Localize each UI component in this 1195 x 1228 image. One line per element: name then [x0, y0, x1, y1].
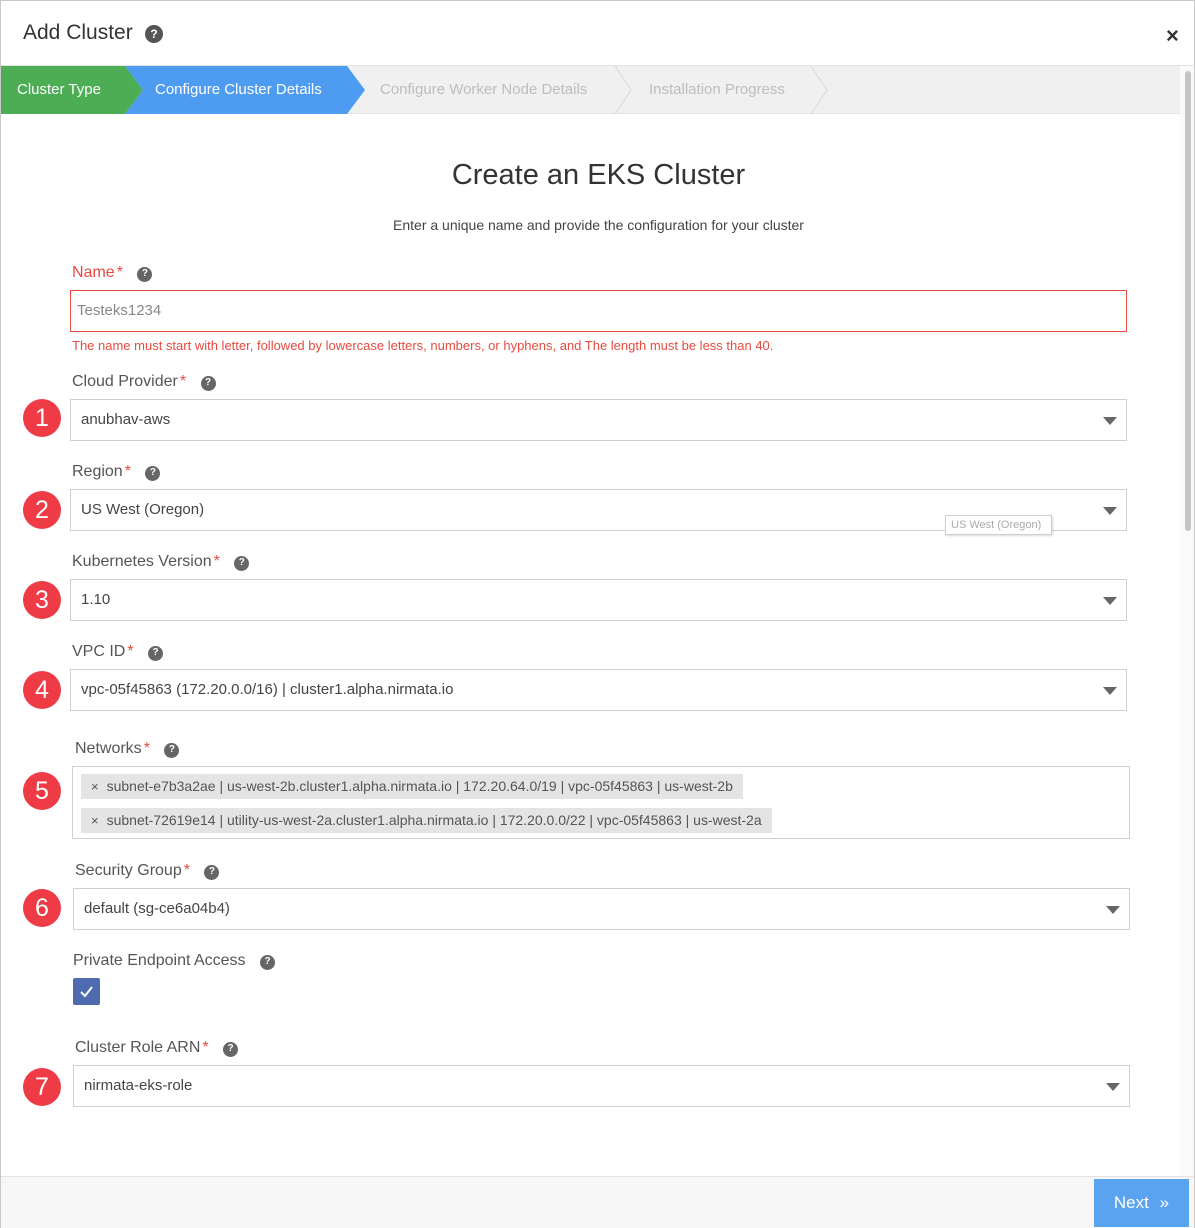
- annotation-badge-5: 5: [23, 772, 61, 810]
- kubernetes-version-label: Kubernetes Version * ?: [72, 553, 250, 571]
- step-label: Cluster Type: [17, 81, 101, 98]
- add-cluster-modal: Add Cluster ? × Cluster Type Configure C…: [0, 0, 1195, 1228]
- help-icon[interactable]: ?: [145, 25, 163, 43]
- close-icon[interactable]: ×: [1166, 23, 1179, 49]
- double-chevron-right-icon: »: [1159, 1193, 1170, 1212]
- caret-down-icon[interactable]: [1103, 417, 1117, 425]
- vpc-id-select[interactable]: vpc-05f45863 (172.20.0.0/16) | cluster1.…: [70, 669, 1127, 711]
- select-value: anubhav-aws: [81, 411, 171, 428]
- select-value: default (sg-ce6a04b4): [84, 900, 230, 917]
- select-value: vpc-05f45863 (172.20.0.0/16) | cluster1.…: [81, 681, 454, 698]
- help-icon[interactable]: ?: [145, 465, 161, 481]
- modal-footer: [1, 1176, 1194, 1228]
- required-mark: *: [143, 740, 150, 757]
- step-label: Configure Worker Node Details: [380, 81, 588, 98]
- step-configure-worker-node-details[interactable]: Configure Worker Node Details: [365, 66, 635, 114]
- modal-title: Add Cluster: [23, 21, 133, 44]
- network-tag: × subnet-e7b3a2ae | us-west-2b.cluster1.a…: [81, 774, 743, 799]
- help-icon[interactable]: ?: [260, 954, 275, 970]
- required-mark: *: [202, 1039, 209, 1056]
- help-icon[interactable]: ?: [223, 1041, 239, 1057]
- caret-down-icon[interactable]: [1103, 507, 1117, 515]
- help-icon[interactable]: ?: [164, 742, 180, 758]
- required-mark: *: [213, 553, 220, 570]
- security-group-select[interactable]: default (sg-ce6a04b4): [73, 888, 1130, 930]
- region-label: Region * ?: [72, 463, 161, 481]
- network-tag: × subnet-72619e14 | utility-us-west-2a.cl…: [81, 808, 772, 833]
- scrollbar-thumb[interactable]: [1185, 71, 1191, 531]
- networks-multiselect[interactable]: × subnet-e7b3a2ae | us-west-2b.cluster1.a…: [72, 766, 1130, 839]
- name-label: Name * ?: [72, 264, 153, 282]
- networks-label: Networks * ?: [75, 740, 180, 758]
- label-text: VPC ID: [72, 643, 126, 660]
- private-endpoint-checkbox[interactable]: [73, 978, 100, 1005]
- name-error-message: The name must start with letter, followe…: [72, 338, 774, 353]
- check-icon: [80, 986, 93, 998]
- annotation-badge-2: 2: [23, 491, 61, 529]
- required-mark: *: [179, 373, 187, 390]
- step-cluster-type[interactable]: Cluster Type: [1, 66, 143, 114]
- select-value: 1.10: [81, 591, 111, 608]
- next-button[interactable]: Next »: [1094, 1179, 1189, 1227]
- annotation-badge-7: 7: [23, 1068, 61, 1106]
- cloud-provider-select[interactable]: anubhav-aws: [70, 399, 1127, 441]
- step-separator-icon: [810, 66, 828, 114]
- label-text: Security Group: [75, 862, 182, 879]
- caret-down-icon[interactable]: [1106, 1083, 1120, 1091]
- cloud-provider-label: Cloud Provider * ?: [72, 373, 216, 391]
- caret-down-icon[interactable]: [1106, 906, 1120, 914]
- label-text: Kubernetes Version: [72, 553, 212, 570]
- annotation-badge-4: 4: [23, 671, 61, 709]
- step-separator-icon: [614, 66, 632, 114]
- next-label: Next: [1113, 1193, 1149, 1212]
- cluster-role-arn-select[interactable]: nirmata-eks-role: [73, 1065, 1130, 1107]
- label-text: Name: [72, 264, 115, 281]
- step-installation-progress[interactable]: Installation Progress: [634, 66, 834, 114]
- select-value: nirmata-eks-role: [84, 1077, 193, 1094]
- form-heading: Create an EKS Cluster: [451, 159, 746, 191]
- step-label: Installation Progress: [649, 81, 785, 98]
- annotation-badge-1: 1: [23, 399, 61, 437]
- name-input[interactable]: Testeks1234: [70, 290, 1127, 332]
- caret-down-icon[interactable]: [1103, 597, 1117, 605]
- help-icon[interactable]: ?: [200, 375, 216, 391]
- required-mark: *: [116, 264, 123, 281]
- help-icon[interactable]: ?: [234, 555, 250, 571]
- modal-header: Add Cluster ? ×: [1, 1, 1194, 66]
- label-text: Region: [72, 463, 123, 480]
- tag-text: subnet-72619e14 | utility-us-west-2a.clu…: [106, 812, 762, 828]
- private-endpoint-label: Private Endpoint Access ?: [73, 952, 275, 970]
- form-subheading: Enter a unique name and provide the conf…: [393, 217, 804, 233]
- step-configure-cluster-details[interactable]: Configure Cluster Details: [125, 66, 365, 114]
- annotation-badge-3: 3: [23, 581, 61, 619]
- step-label: Configure Cluster Details: [155, 81, 322, 98]
- help-icon[interactable]: ?: [148, 645, 164, 661]
- cluster-role-arn-label: Cluster Role ARN * ?: [75, 1039, 239, 1057]
- tag-text: subnet-e7b3a2ae | us-west-2b.cluster1.al…: [106, 778, 733, 794]
- vpc-id-label: VPC ID * ?: [72, 643, 164, 661]
- wizard-steps: Cluster Type Configure Cluster Details C…: [1, 66, 1180, 114]
- required-mark: *: [183, 862, 190, 879]
- annotation-badge-6: 6: [23, 889, 61, 927]
- caret-down-icon[interactable]: [1103, 687, 1117, 695]
- security-group-label: Security Group * ?: [75, 862, 220, 880]
- remove-tag-icon[interactable]: ×: [91, 813, 99, 828]
- label-text: Private Endpoint Access: [73, 952, 246, 969]
- label-text: Cloud Provider: [72, 373, 178, 390]
- region-tooltip: US West (Oregon): [945, 515, 1052, 535]
- required-mark: *: [124, 463, 131, 480]
- label-text: Cluster Role ARN: [75, 1039, 201, 1056]
- label-text: Networks: [75, 740, 142, 757]
- kubernetes-version-select[interactable]: 1.10: [70, 579, 1127, 621]
- remove-tag-icon[interactable]: ×: [91, 779, 99, 794]
- help-icon[interactable]: ?: [204, 864, 220, 880]
- required-mark: *: [127, 643, 134, 660]
- help-icon[interactable]: ?: [137, 266, 153, 282]
- select-value: US West (Oregon): [81, 501, 205, 518]
